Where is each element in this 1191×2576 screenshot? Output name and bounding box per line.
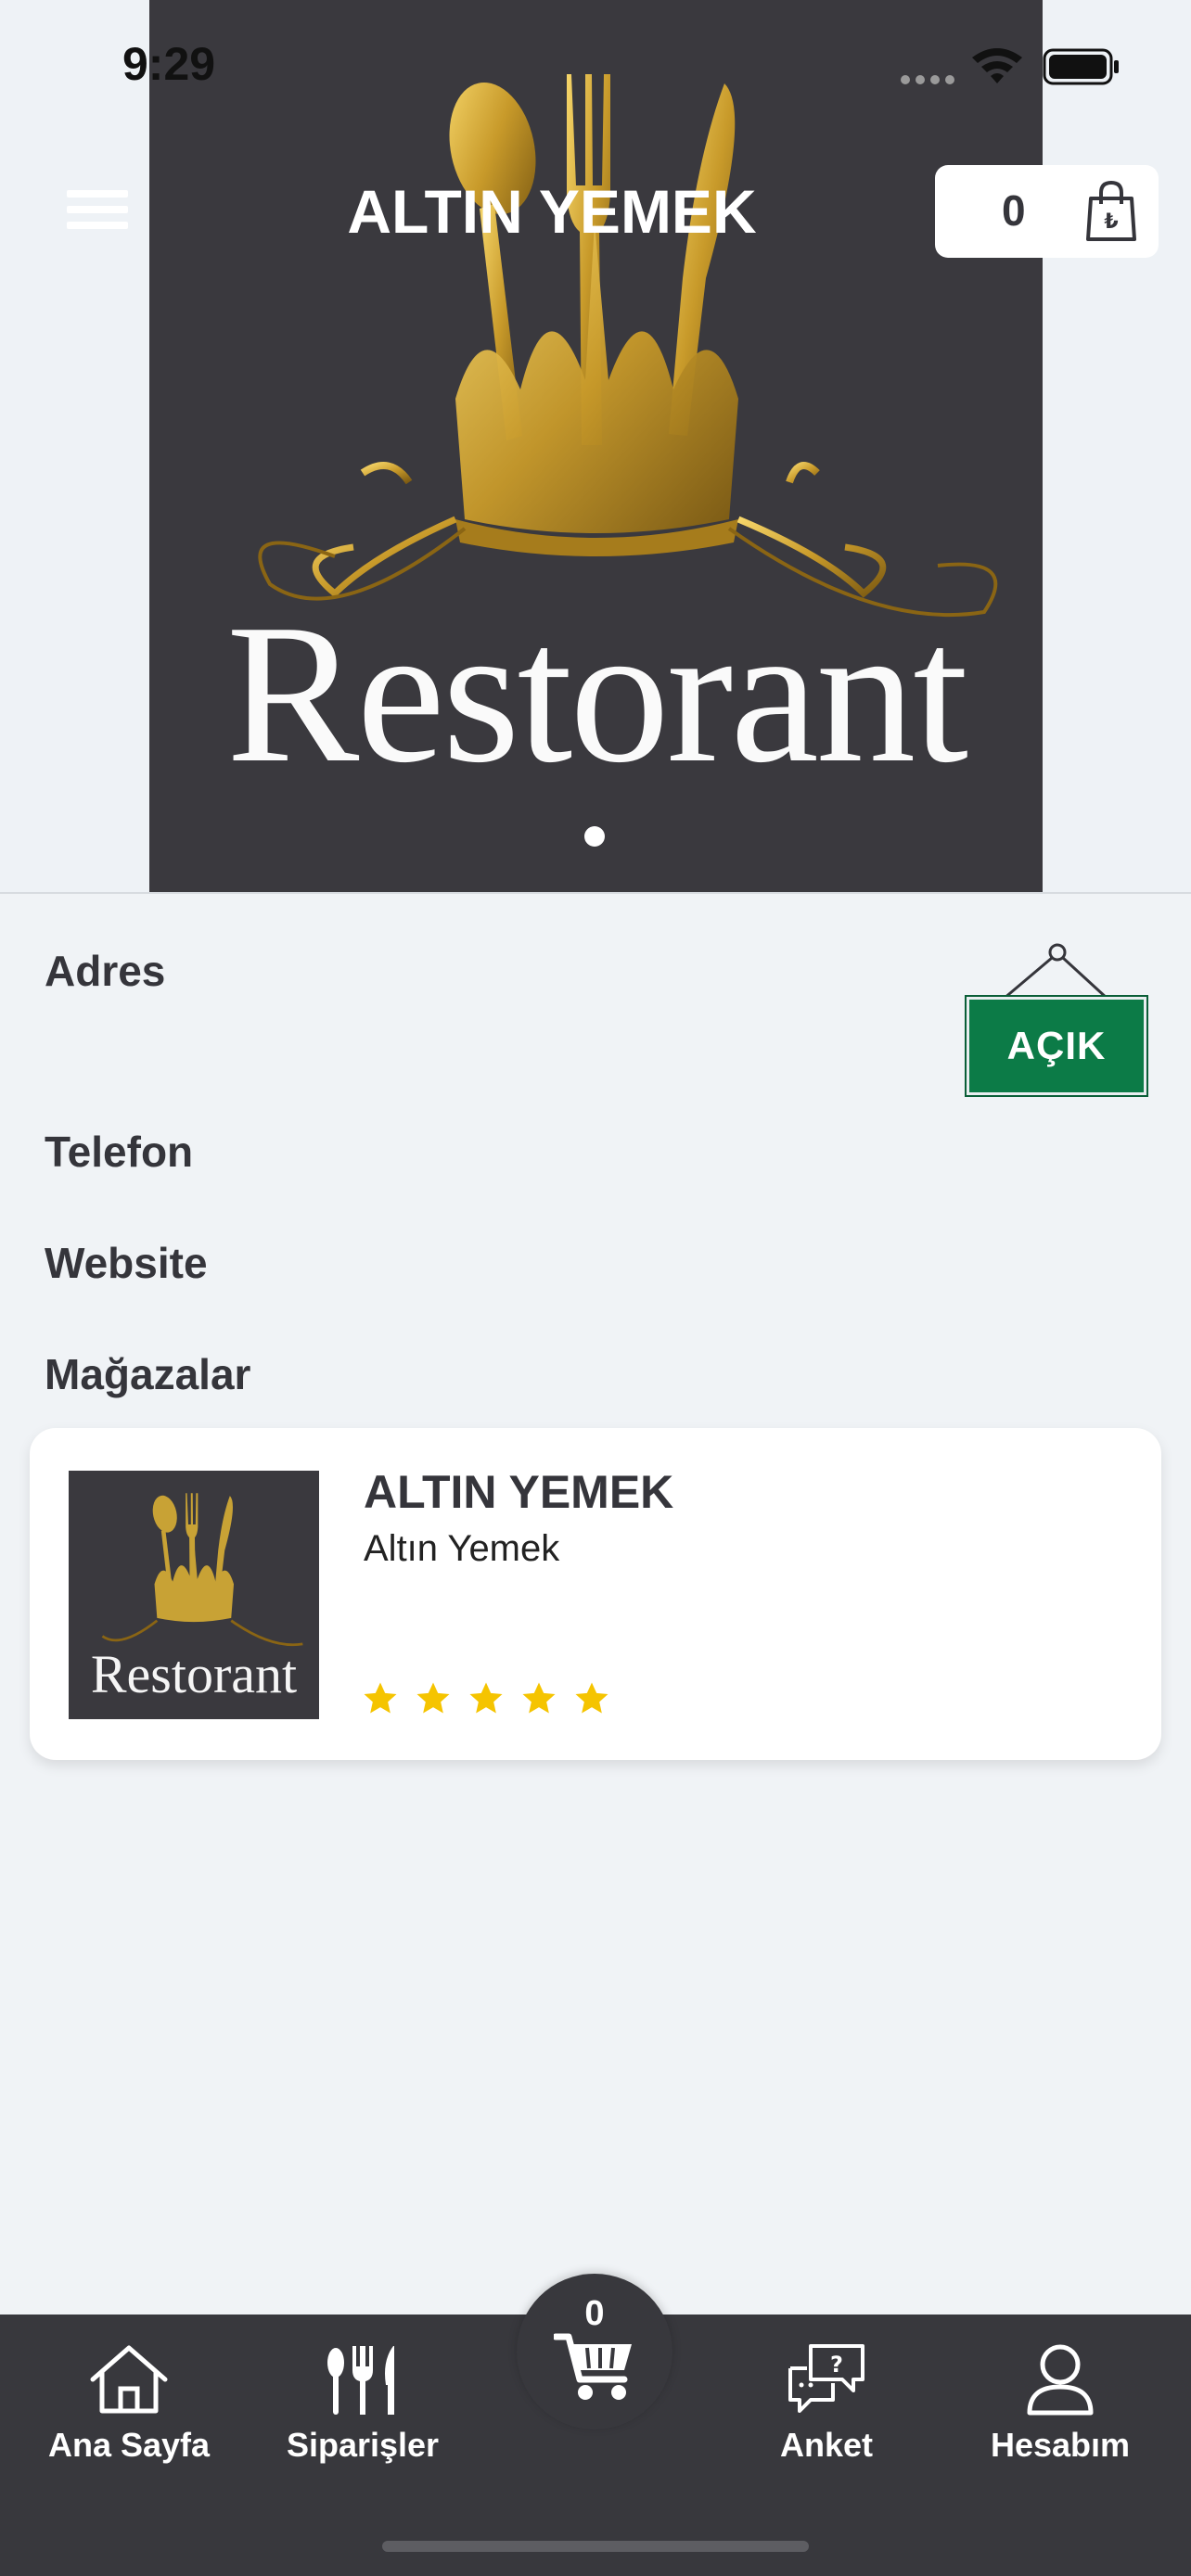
nav-survey-label: Anket: [779, 2426, 874, 2464]
home-indicator[interactable]: [382, 2541, 809, 2552]
store-name: ALTIN YEMEK: [364, 1466, 674, 1518]
nav-survey[interactable]: ? Anket: [720, 2342, 933, 2465]
website-label: Website: [45, 1239, 208, 1287]
hamburger-icon: [67, 190, 128, 198]
nav-home-label: Ana Sayfa: [47, 2426, 211, 2464]
home-icon: [90, 2345, 168, 2414]
battery-icon: [1043, 48, 1119, 85]
signal-icon: [901, 75, 954, 84]
nav-home[interactable]: Ana Sayfa: [22, 2342, 236, 2465]
restaurant-hero-image: Restorant: [149, 0, 1043, 892]
status-icons: [901, 48, 1119, 85]
star-icon: [575, 1682, 608, 1714]
nav-account-label: Hesabım: [990, 2426, 1131, 2464]
nav-account[interactable]: Hesabım: [954, 2342, 1167, 2465]
wifi-icon: [972, 48, 1022, 83]
open-status-text: AÇIK: [965, 995, 1148, 1097]
phone-label: Telefon: [45, 1128, 194, 1176]
hero-restaurant-text: Restorant: [226, 582, 968, 804]
store-thumb-text: Restorant: [90, 1644, 298, 1704]
fab-cart-count: 0: [584, 2294, 605, 2333]
store-subtitle: Altın Yemek: [364, 1528, 560, 1569]
status-time: 9:29: [122, 38, 216, 90]
svg-text:₺: ₺: [1104, 210, 1118, 234]
star-icon: [364, 1682, 397, 1714]
survey-chat-icon: ?: [788, 2344, 864, 2413]
store-card[interactable]: Restorant ALTIN YEMEK Altın Yemek: [30, 1428, 1161, 1760]
cutlery-icon: [327, 2346, 394, 2415]
cart-count: 0: [1002, 186, 1026, 235]
nav-orders-label: Siparişler: [286, 2426, 440, 2464]
store-rating: [362, 1680, 610, 1717]
nav-orders[interactable]: Siparişler: [256, 2342, 469, 2465]
stores-label: Mağazalar: [45, 1350, 251, 1398]
star-icon: [469, 1682, 503, 1714]
hero-banner[interactable]: Restorant: [0, 0, 1191, 894]
user-icon: [1027, 2344, 1094, 2416]
crown-cutlery-logo: [101, 1493, 303, 1647]
store-thumbnail: Restorant: [69, 1471, 319, 1719]
svg-text:?: ?: [830, 2352, 843, 2378]
star-icon: [416, 1682, 450, 1714]
cart-icon: [554, 2333, 632, 2400]
cart-button[interactable]: 0 ₺: [935, 165, 1159, 258]
menu-button[interactable]: [67, 190, 128, 236]
star-icon: [522, 1682, 556, 1714]
address-label: Adres: [45, 947, 166, 995]
app-title: ALTIN YEMEK: [347, 177, 757, 246]
sign-hanger-icon: [1003, 943, 1109, 1001]
cart-fab-button[interactable]: 0: [517, 2274, 672, 2429]
carousel-dot[interactable]: [584, 826, 605, 847]
shopping-bag-icon: ₺: [1086, 180, 1136, 241]
